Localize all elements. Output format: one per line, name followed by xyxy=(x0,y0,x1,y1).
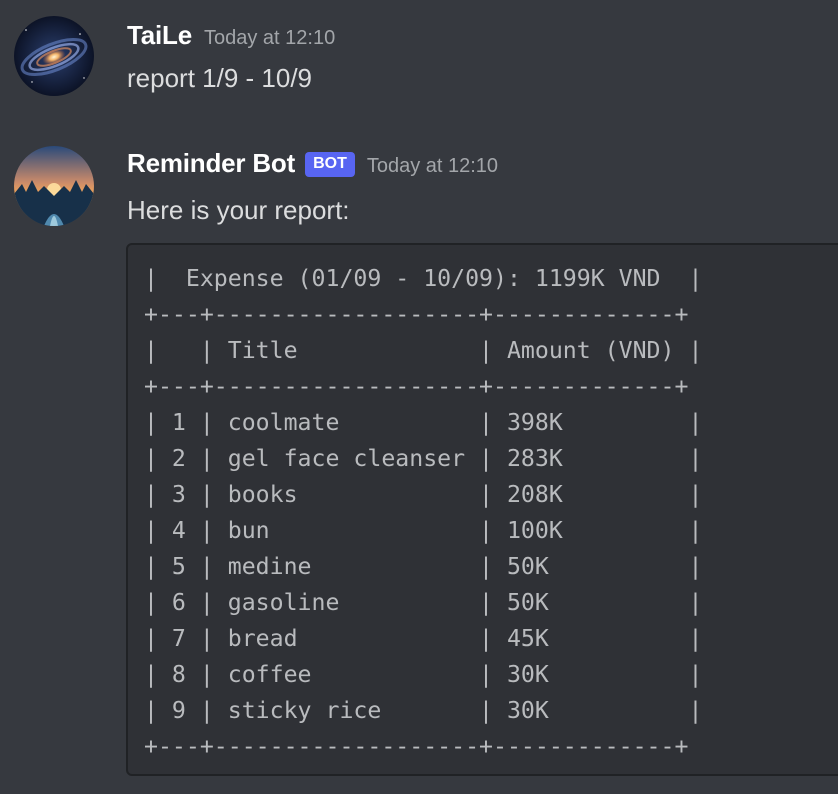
code-block: | Expense (01/09 - 10/09): 1199K VND | +… xyxy=(126,243,838,776)
message-taile: TaiLe Today at 12:10 report 1/9 - 10/9 xyxy=(0,0,838,110)
message-timestamp: Today at 12:10 xyxy=(203,27,336,49)
message-header: Reminder Bot BOT Today at 12:10 xyxy=(127,148,498,181)
galaxy-avatar-icon xyxy=(14,16,94,96)
message-content: report 1/9 - 10/9 xyxy=(127,63,312,93)
code-line: | 1 | coolmate | 398K | xyxy=(144,409,703,436)
message-content: Here is your report: xyxy=(127,195,350,225)
code-line: | Expense (01/09 - 10/09): 1199K VND | xyxy=(144,265,703,292)
code-line: +---+-------------------+-------------+ xyxy=(144,733,689,760)
code-line: | 8 | coffee | 30K | xyxy=(144,661,703,688)
code-line: | 6 | gasoline | 50K | xyxy=(144,589,703,616)
bot-avatar[interactable] xyxy=(14,146,94,226)
code-line: | 4 | bun | 100K | xyxy=(144,517,703,544)
code-line: | 7 | bread | 45K | xyxy=(144,625,703,652)
username[interactable]: TaiLe xyxy=(127,20,192,51)
code-line: | 3 | books | 208K | xyxy=(144,481,703,508)
code-line: +---+-------------------+-------------+ xyxy=(144,301,689,328)
message-header: TaiLe Today at 12:10 xyxy=(127,20,335,51)
message-timestamp: Today at 12:10 xyxy=(366,155,499,177)
code-line: | 2 | gel face cleanser | 283K | xyxy=(144,445,703,472)
code-line: | 5 | medine | 50K | xyxy=(144,553,703,580)
code-line: | 9 | sticky rice | 30K | xyxy=(144,697,703,724)
bot-badge: BOT xyxy=(305,152,355,177)
user-avatar[interactable] xyxy=(14,16,94,96)
username[interactable]: Reminder Bot xyxy=(127,148,295,179)
sunset-landscape-avatar-icon xyxy=(14,146,94,226)
code-line: | | Title | Amount (VND) | xyxy=(144,337,703,364)
code-line: +---+-------------------+-------------+ xyxy=(144,373,689,400)
